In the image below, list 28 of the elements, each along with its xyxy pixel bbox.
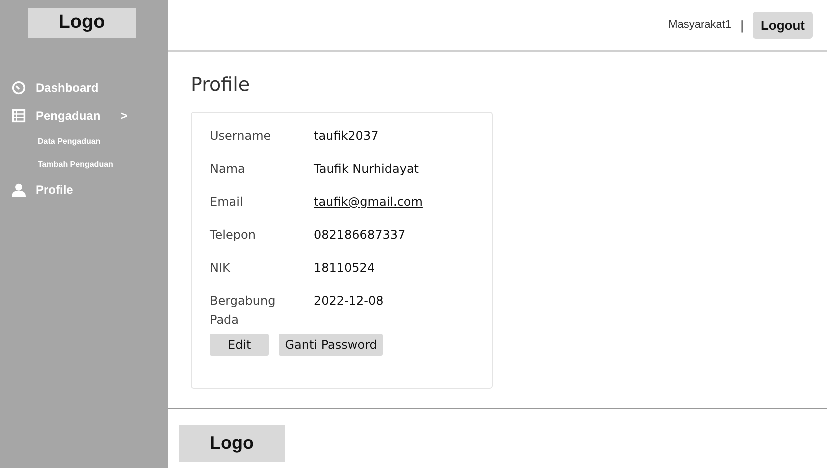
username: Masyarakat1 (668, 19, 732, 31)
footer-logo: Logo (179, 425, 285, 462)
field-label: Username (210, 128, 272, 145)
logo: Logo (28, 8, 136, 38)
submenu-item[interactable]: Data Pengaduan (12, 130, 101, 153)
gauge-icon (12, 81, 26, 95)
field-value: 18110524 (314, 260, 376, 277)
email-link[interactable]: taufik@gmail.com (314, 193, 423, 226)
field-label: Nama (210, 161, 246, 178)
action-button[interactable]: Ganti Password (279, 334, 384, 356)
field-label: NIK (210, 260, 232, 277)
page-title: Profile (191, 74, 252, 96)
action-button[interactable]: Edit (210, 334, 270, 356)
sidebar-item[interactable]: Dashboard (12, 74, 168, 102)
list-icon (12, 109, 26, 123)
separator: | (740, 18, 744, 32)
sidebar-item[interactable]: Profile (12, 176, 168, 204)
field-label: Telepon (210, 227, 257, 244)
sidebar-item[interactable]: Pengaduan > (12, 102, 168, 130)
field-label: Bergabung Pada (210, 293, 277, 329)
field-value: 082186687337 (314, 227, 406, 244)
field-value: 2022-12-08 (314, 293, 384, 310)
person-icon (12, 183, 26, 197)
submenu-item[interactable]: Tambah Pengaduan (12, 153, 114, 176)
field-value: Taufik Nurhidayat (314, 161, 419, 178)
field-label: Email (210, 194, 244, 211)
logout-button[interactable]: Logout (752, 12, 813, 38)
field-value: taufik2037 (314, 128, 379, 145)
